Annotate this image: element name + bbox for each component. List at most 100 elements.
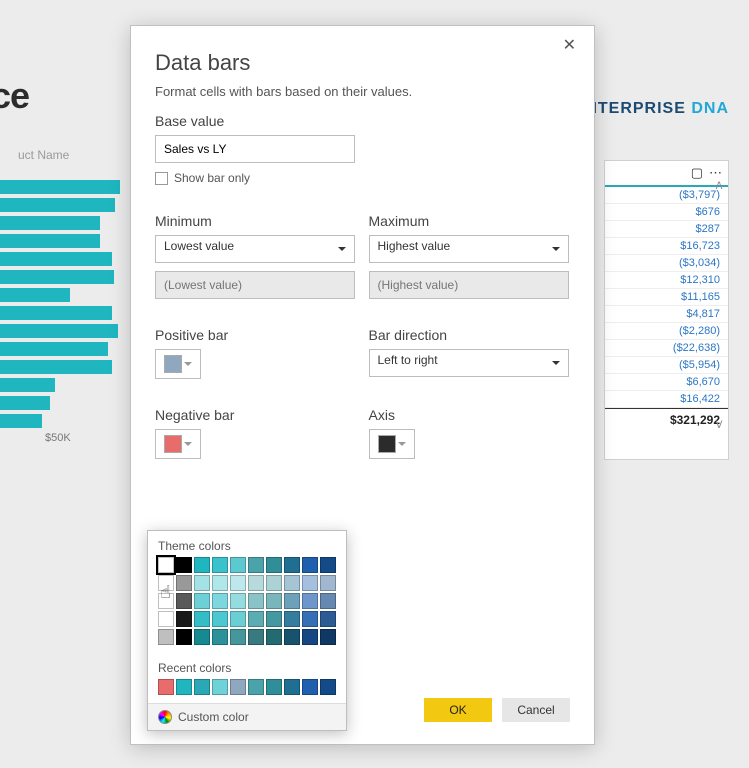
recent-color-swatch[interactable] [320, 679, 336, 695]
theme-color-swatch[interactable] [302, 557, 318, 573]
theme-color-swatch[interactable] [230, 593, 246, 609]
theme-color-swatch[interactable] [194, 557, 210, 573]
theme-color-swatch[interactable] [230, 575, 246, 591]
minimum-select[interactable]: Lowest value [155, 235, 355, 263]
recent-color-swatch[interactable] [194, 679, 210, 695]
theme-color-swatch[interactable] [230, 611, 246, 627]
theme-color-swatch[interactable] [320, 575, 336, 591]
theme-color-swatch[interactable] [212, 629, 228, 645]
theme-color-swatch[interactable] [176, 593, 192, 609]
bar [0, 180, 120, 194]
theme-color-swatch[interactable] [320, 557, 336, 573]
chevron-down-icon [398, 442, 406, 450]
theme-color-swatch[interactable] [248, 575, 264, 591]
negative-bar-label: Negative bar [155, 407, 357, 423]
close-icon[interactable]: ✕ [557, 34, 582, 58]
maximum-value-input [369, 271, 569, 299]
theme-color-swatch[interactable] [176, 557, 192, 573]
scroll-up-icon[interactable]: ᐱ [714, 181, 724, 192]
theme-color-swatch[interactable] [194, 593, 210, 609]
ok-button[interactable]: OK [424, 698, 492, 722]
bar [0, 252, 112, 266]
theme-color-swatch[interactable] [284, 611, 300, 627]
theme-color-swatch[interactable] [266, 593, 282, 609]
recent-color-swatch[interactable] [230, 679, 246, 695]
theme-color-swatch[interactable] [158, 611, 174, 627]
theme-color-swatch[interactable] [212, 593, 228, 609]
theme-color-swatch[interactable] [266, 557, 282, 573]
table-row: $12,310 [605, 272, 728, 289]
recent-color-swatch[interactable] [302, 679, 318, 695]
theme-color-swatch[interactable] [302, 629, 318, 645]
bar [0, 396, 50, 410]
negative-bar-color-picker[interactable] [155, 429, 201, 459]
recent-color-swatch[interactable] [284, 679, 300, 695]
show-bar-only-checkbox[interactable] [155, 172, 168, 185]
color-picker-popover[interactable]: Theme colors Recent colors Custom color [147, 530, 347, 731]
focus-mode-icon[interactable]: ▢ [691, 165, 703, 181]
table-total: $321,292 [605, 408, 728, 431]
theme-color-swatch[interactable] [230, 557, 246, 573]
axis-color-picker[interactable] [369, 429, 415, 459]
maximum-select[interactable]: Highest value [369, 235, 569, 263]
theme-color-swatch[interactable] [212, 557, 228, 573]
background-table: ▢ ⋯ ᐱ ($3,797)$676$287$16,723($3,034)$12… [604, 160, 729, 460]
recent-color-swatch[interactable] [176, 679, 192, 695]
table-header-icons: ▢ ⋯ [605, 161, 728, 187]
recent-color-swatch[interactable] [158, 679, 174, 695]
theme-color-swatch[interactable] [158, 593, 174, 609]
theme-color-swatch[interactable] [266, 575, 282, 591]
recent-color-swatch[interactable] [212, 679, 228, 695]
theme-color-swatch[interactable] [230, 629, 246, 645]
theme-color-swatch[interactable] [320, 611, 336, 627]
negative-bar-color-swatch [164, 435, 182, 453]
bar [0, 324, 118, 338]
theme-color-swatch[interactable] [248, 611, 264, 627]
theme-color-swatch[interactable] [212, 575, 228, 591]
theme-color-swatch[interactable] [302, 611, 318, 627]
more-icon[interactable]: ⋯ [709, 165, 722, 181]
theme-color-swatch[interactable] [194, 611, 210, 627]
theme-color-swatch[interactable] [284, 629, 300, 645]
theme-color-swatch[interactable] [266, 629, 282, 645]
recent-color-swatch[interactable] [266, 679, 282, 695]
theme-color-swatch[interactable] [194, 629, 210, 645]
minimum-value-input [155, 271, 355, 299]
custom-color-button[interactable]: Custom color [148, 703, 346, 730]
base-value-input[interactable] [155, 135, 355, 163]
theme-colors-grid[interactable] [148, 557, 346, 653]
bar [0, 270, 114, 284]
theme-color-swatch[interactable] [302, 593, 318, 609]
theme-color-swatch[interactable] [320, 593, 336, 609]
theme-color-swatch[interactable] [248, 557, 264, 573]
maximum-label: Maximum [369, 213, 571, 229]
theme-color-swatch[interactable] [284, 557, 300, 573]
theme-color-swatch[interactable] [302, 575, 318, 591]
recent-colors-row[interactable] [148, 679, 346, 703]
dialog-title: Data bars [155, 50, 570, 76]
theme-color-swatch[interactable] [248, 593, 264, 609]
recent-color-swatch[interactable] [248, 679, 264, 695]
theme-color-swatch[interactable] [248, 629, 264, 645]
theme-color-swatch[interactable] [158, 575, 174, 591]
theme-color-swatch[interactable] [320, 629, 336, 645]
theme-color-swatch[interactable] [212, 611, 228, 627]
theme-color-swatch[interactable] [176, 611, 192, 627]
table-row: $676 [605, 204, 728, 221]
theme-color-swatch[interactable] [158, 557, 174, 573]
bar-direction-select[interactable]: Left to right [369, 349, 569, 377]
cancel-button[interactable]: Cancel [502, 698, 570, 722]
theme-color-swatch[interactable] [176, 575, 192, 591]
theme-color-swatch[interactable] [284, 575, 300, 591]
theme-color-swatch[interactable] [194, 575, 210, 591]
table-row: ($2,280) [605, 323, 728, 340]
scroll-down-icon[interactable]: ᐯ [714, 420, 724, 431]
table-row: $287 [605, 221, 728, 238]
theme-color-swatch[interactable] [266, 611, 282, 627]
bar-direction-label: Bar direction [369, 327, 571, 343]
positive-bar-color-picker[interactable] [155, 349, 201, 379]
theme-color-swatch[interactable] [176, 629, 192, 645]
theme-color-swatch[interactable] [158, 629, 174, 645]
theme-color-swatch[interactable] [284, 593, 300, 609]
chevron-down-icon [184, 442, 192, 450]
